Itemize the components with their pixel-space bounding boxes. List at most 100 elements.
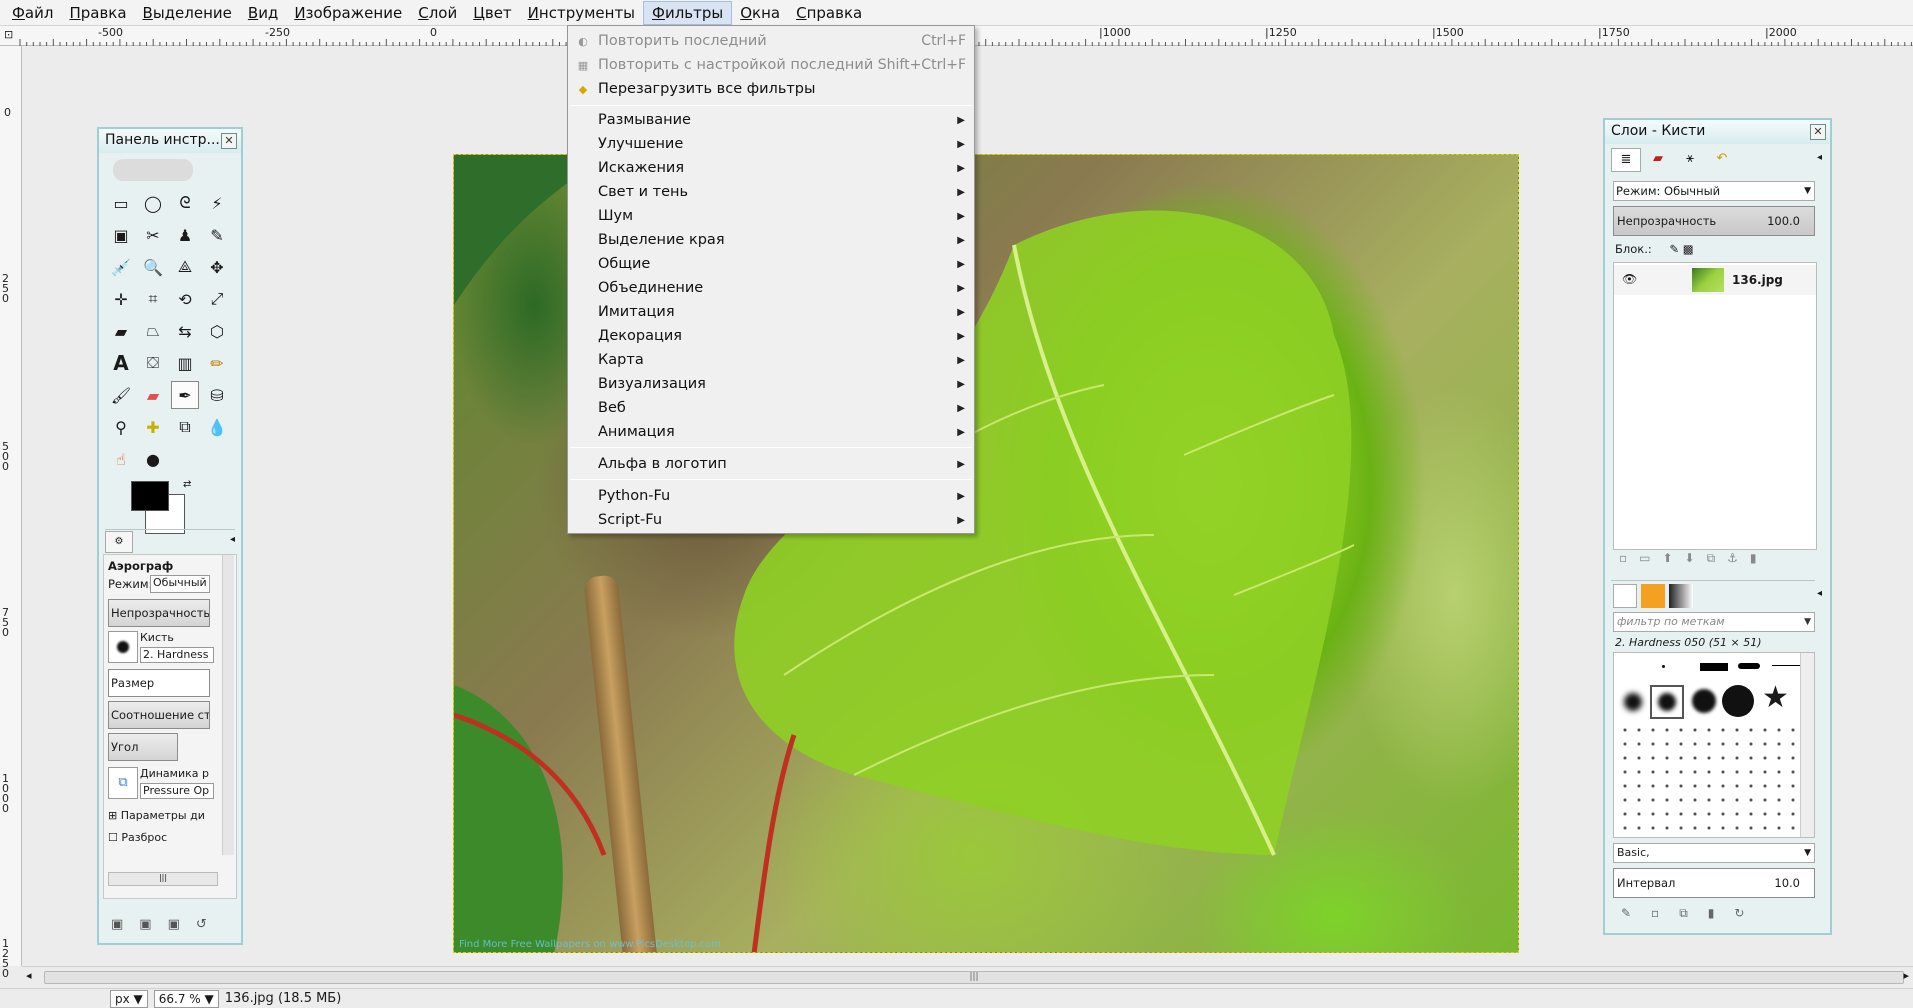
- fuzzy-select-icon[interactable]: ⚡: [203, 189, 231, 217]
- menu-item-artistic[interactable]: Имитация ▶: [568, 300, 974, 324]
- menu-file[interactable]: Файл: [4, 1, 61, 25]
- brush-name-field[interactable]: 2. Hardness: [140, 647, 214, 663]
- menu-item-repeat-last[interactable]: ◐ Повторить последний Ctrl+F: [568, 29, 974, 53]
- close-icon[interactable]: ✕: [1810, 124, 1826, 140]
- close-icon[interactable]: ✕: [221, 133, 237, 149]
- hscrollbar[interactable]: |||: [108, 872, 218, 886]
- paths-icon[interactable]: ✎: [203, 221, 231, 249]
- menu-item-noise[interactable]: Шум ▶: [568, 204, 974, 228]
- brush-item[interactable]: [1624, 693, 1642, 711]
- airbrush-icon[interactable]: ✒: [171, 381, 199, 409]
- eye-icon[interactable]: 👁: [1622, 272, 1637, 286]
- color-picker-icon[interactable]: 💉: [107, 253, 135, 281]
- star-brush-icon[interactable]: ★: [1762, 683, 1789, 713]
- blur-sharpen-icon[interactable]: 💧: [203, 413, 231, 441]
- menu-colors[interactable]: Цвет: [465, 1, 519, 25]
- crop-icon[interactable]: ⌗: [139, 285, 167, 313]
- opacity-slider[interactable]: Непрозрачность: [108, 599, 210, 627]
- brush-item[interactable]: [1692, 689, 1716, 713]
- toolbox-footer-icons[interactable]: ▣▣▣↺: [111, 917, 223, 932]
- brush-tag-filter[interactable]: фильтр по меткам ▼: [1613, 612, 1815, 632]
- rotate-icon[interactable]: ⟲: [171, 285, 199, 313]
- dynamics-field[interactable]: Pressure Op: [140, 783, 214, 799]
- panel-menu-icon[interactable]: ◂: [230, 534, 235, 545]
- ellipse-select-icon[interactable]: ◯: [139, 189, 167, 217]
- dynamics-params-expander[interactable]: ⊞ Параметры ди: [108, 809, 205, 822]
- layer-opacity-slider[interactable]: Непрозрачность 100.0: [1613, 206, 1815, 236]
- layer-name[interactable]: 136.jpg: [1732, 273, 1783, 287]
- scroll-left-icon[interactable]: ◂: [26, 969, 32, 982]
- mode-select[interactable]: Обычный: [150, 575, 210, 593]
- menu-item-distorts[interactable]: Искажения ▶: [568, 156, 974, 180]
- menu-item-combine[interactable]: Объединение ▶: [568, 276, 974, 300]
- paths-tab-icon[interactable]: ⚹: [1675, 148, 1705, 172]
- menu-tools[interactable]: Инструменты: [520, 1, 643, 25]
- menu-filters[interactable]: Фильтры: [643, 0, 733, 25]
- menu-item-blur[interactable]: Размывание ▶: [568, 108, 974, 132]
- perspective-icon[interactable]: ⏢: [139, 317, 167, 345]
- layers-tab-icon[interactable]: ≣: [1611, 148, 1641, 172]
- menu-help[interactable]: Справка: [788, 1, 870, 25]
- foreground-select-icon[interactable]: ♟: [171, 221, 199, 249]
- lock-alpha-icon[interactable]: ▩: [1683, 242, 1694, 256]
- clone-icon[interactable]: ⚲: [107, 413, 135, 441]
- scatter-checkbox[interactable]: ☐ Разброс: [108, 831, 167, 844]
- menu-item-animation[interactable]: Анимация ▶: [568, 420, 974, 444]
- cage-icon[interactable]: ⬡: [203, 317, 231, 345]
- menu-select[interactable]: Выделение: [135, 1, 240, 25]
- bucket-fill-icon[interactable]: ⛋: [139, 349, 167, 377]
- brush-preview-icon[interactable]: [108, 631, 138, 663]
- horizontal-scrollbar[interactable]: ◂ ||| ▸: [22, 966, 1913, 988]
- vertical-ruler[interactable]: 0 250 500 750 1000 1250: [0, 46, 22, 979]
- menu-item-reshow-last[interactable]: ▦ Повторить с настройкой последний Shift…: [568, 53, 974, 77]
- shear-icon[interactable]: ▰: [107, 317, 135, 345]
- menu-item-decor[interactable]: Декорация ▶: [568, 324, 974, 348]
- move-icon[interactable]: ✥: [203, 253, 231, 281]
- measure-icon[interactable]: ⟁: [171, 253, 199, 281]
- dodge-burn-icon[interactable]: ●: [139, 445, 167, 473]
- angle-slider[interactable]: Угол: [108, 733, 178, 761]
- menu-item-script-fu[interactable]: Script-Fu ▶: [568, 508, 974, 532]
- scroll-right-icon[interactable]: ▸: [1903, 969, 1909, 982]
- menu-windows[interactable]: Окна: [732, 1, 788, 25]
- layer-row[interactable]: 👁 136.jpg: [1614, 265, 1816, 295]
- patterns-tab-icon[interactable]: [1641, 584, 1665, 608]
- layer-mode-select[interactable]: Режим: Обычный ▼: [1613, 181, 1815, 201]
- menu-view[interactable]: Вид: [240, 1, 286, 25]
- scale-icon[interactable]: ⤢: [203, 285, 231, 313]
- size-slider[interactable]: Размер: [108, 669, 210, 697]
- menu-item-web[interactable]: Веб ▶: [568, 396, 974, 420]
- blend-icon[interactable]: ▥: [171, 349, 199, 377]
- brush-preset-select[interactable]: Basic, ▼: [1613, 843, 1815, 863]
- brush-actions-icons[interactable]: ✎▫⧉▮↻: [1621, 906, 1764, 921]
- scissors-icon[interactable]: ✂: [139, 221, 167, 249]
- smudge-icon[interactable]: ☝: [107, 445, 135, 473]
- menu-item-light-shadow[interactable]: Свет и тень ▶: [568, 180, 974, 204]
- brush-item[interactable]: [1722, 685, 1754, 717]
- brush-item[interactable]: [1772, 665, 1800, 666]
- zoom-select[interactable]: 66.7 % ▼: [153, 989, 219, 1008]
- scrollbar[interactable]: [222, 555, 234, 855]
- menu-item-generic[interactable]: Общие ▶: [568, 252, 974, 276]
- menu-item-python-fu[interactable]: Python-Fu ▶: [568, 484, 974, 508]
- spacing-slider[interactable]: Интервал 10.0: [1613, 868, 1815, 898]
- menu-item-reset-all-filters[interactable]: ◆ Перезагрузить все фильтры: [568, 77, 974, 101]
- scrollbar[interactable]: [1800, 653, 1814, 837]
- brush-item[interactable]: [1738, 663, 1760, 669]
- panel-menu-icon[interactable]: ◂: [1817, 588, 1822, 599]
- gradients-tab-icon[interactable]: [1669, 584, 1693, 608]
- flip-icon[interactable]: ⇆: [171, 317, 199, 345]
- swap-colors-icon[interactable]: ⇄: [183, 479, 191, 490]
- menu-edit[interactable]: Правка: [61, 1, 134, 25]
- undo-tab-icon[interactable]: ↶: [1707, 148, 1737, 172]
- dynamics-icon[interactable]: ⧉: [108, 767, 138, 799]
- rect-select-icon[interactable]: ▭: [107, 189, 135, 217]
- menu-layer[interactable]: Слой: [410, 1, 465, 25]
- texture-brushes[interactable]: [1618, 723, 1810, 833]
- brushes-tab-icon[interactable]: [1613, 584, 1637, 608]
- menu-item-enhance[interactable]: Улучшение ▶: [568, 132, 974, 156]
- menu-item-alpha-to-logo[interactable]: Альфа в логотип ▶: [568, 452, 974, 476]
- heal-icon[interactable]: ✚: [139, 413, 167, 441]
- layer-actions-icons[interactable]: ▫▭⬆⬇⧉⚓▮: [1619, 551, 1769, 566]
- menu-image[interactable]: Изображение: [286, 1, 410, 25]
